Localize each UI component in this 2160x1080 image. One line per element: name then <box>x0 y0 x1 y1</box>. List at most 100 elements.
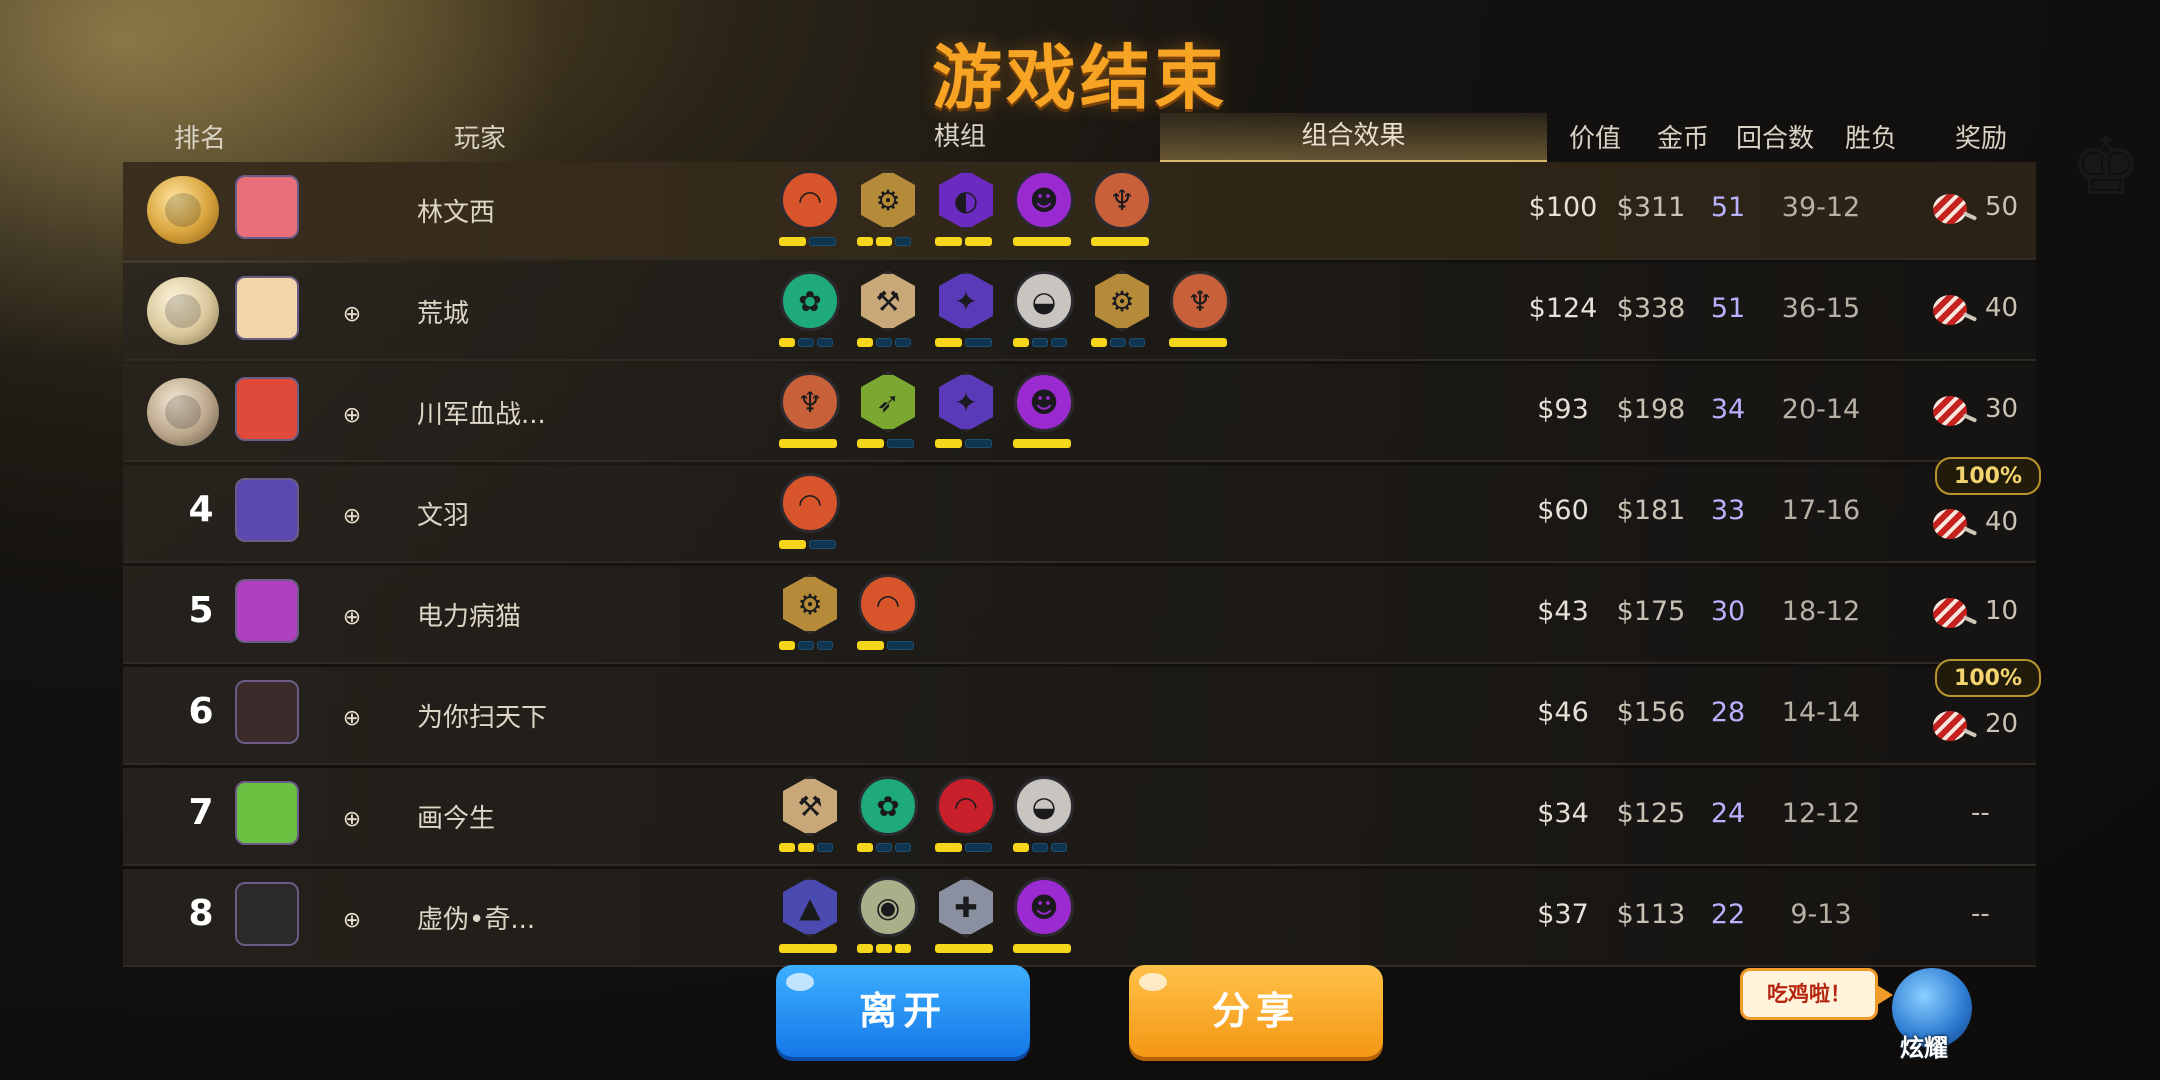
synergy-glyph: ♆ <box>797 386 823 419</box>
rank-number: 4 <box>188 489 214 530</box>
synergy-icon: ♆ <box>1092 170 1152 230</box>
header-rounds: 回合数 <box>1735 124 1814 154</box>
synergy-level-bars <box>857 843 914 853</box>
synergy-glyph: ⚙ <box>875 184 901 217</box>
avatar[interactable] <box>235 175 299 239</box>
level-bar-active <box>857 944 873 953</box>
value-cell: $100 <box>1528 192 1598 223</box>
synergy-item[interactable]: ♆ <box>1167 271 1233 351</box>
avatar[interactable] <box>235 680 299 744</box>
player-name[interactable]: 林文西 <box>417 192 495 229</box>
player-name[interactable]: 电力病猫 <box>417 596 521 633</box>
add-friend-icon[interactable]: ⊕ <box>337 604 367 632</box>
avatar[interactable] <box>235 478 299 542</box>
share-button[interactable]: 分享 <box>1129 965 1383 1057</box>
level-bar-active <box>779 237 806 246</box>
add-friend-icon[interactable]: ⊕ <box>337 301 367 329</box>
reward-cell: 10 <box>1933 596 2033 636</box>
synergy-item[interactable]: ◒ <box>1011 271 1077 351</box>
level-bar-active <box>935 439 962 448</box>
level-bar-inactive <box>809 540 836 549</box>
synergy-item[interactable]: ◐ <box>933 170 999 250</box>
avatar[interactable] <box>235 377 299 441</box>
synergy-item[interactable]: ◠ <box>777 473 843 553</box>
synergy-item[interactable]: ◒ <box>1011 776 1077 856</box>
synergy-level-bars <box>857 944 914 954</box>
synergy-item[interactable]: ✚ <box>933 877 999 957</box>
synergy-icon: ◒ <box>1014 776 1074 836</box>
synergy-item[interactable]: ☻ <box>1011 170 1077 250</box>
candy-icon <box>1933 711 1967 741</box>
synergy-item[interactable]: ▲ <box>777 877 843 957</box>
synergy-item[interactable]: ⚙ <box>1089 271 1155 351</box>
table-row: ⊕ 荒城 ✿ ⚒ ✦ ◒ ⚙ ♆ $124 $338 51 36-15 40 <box>123 263 2036 361</box>
avatar[interactable] <box>235 781 299 845</box>
synergy-glyph: ◠ <box>875 588 901 621</box>
synergy-item[interactable]: ☻ <box>1011 877 1077 957</box>
synergy-level-bars <box>779 237 839 247</box>
level-bar-inactive <box>895 843 911 852</box>
level-bar-inactive <box>817 843 833 852</box>
synergy-glyph: ✦ <box>954 285 978 318</box>
reward-cell: 20 <box>1933 709 2033 749</box>
reward-value: 10 <box>1985 596 2019 626</box>
synergy-item[interactable]: ➶ <box>855 372 921 452</box>
synergy-icon: ◠ <box>858 574 918 634</box>
level-bar-active <box>779 843 795 852</box>
level-bar-inactive <box>965 338 992 347</box>
synergy-level-bars <box>857 237 914 247</box>
level-bar-inactive <box>817 641 833 650</box>
table-row: 林文西 ◠ ⚙ ◐ ☻ ♆ $100 $311 51 39-12 50 <box>123 162 2036 260</box>
synergy-item[interactable]: ♆ <box>777 372 843 452</box>
level-bar-inactive <box>1110 338 1126 347</box>
synergy-item[interactable]: ◠ <box>777 170 843 250</box>
level-bar-active <box>857 237 873 246</box>
synergy-glyph: ☻ <box>1029 386 1059 419</box>
value-cell: $46 <box>1537 697 1589 728</box>
synergy-item[interactable]: ◠ <box>855 574 921 654</box>
tab-synergy[interactable]: 组合效果 <box>1160 113 1547 162</box>
synergy-item[interactable]: ✿ <box>855 776 921 856</box>
winloss-cell: 36-15 <box>1781 293 1861 324</box>
synergy-icon: ◐ <box>939 170 993 230</box>
level-bar-active <box>779 439 837 448</box>
synergy-item[interactable]: ☻ <box>1011 372 1077 452</box>
synergy-item[interactable]: ✦ <box>933 271 999 351</box>
share-button-label: 分享 <box>1211 989 1300 1033</box>
player-name[interactable]: 画今生 <box>417 798 495 835</box>
synergy-item[interactable]: ◉ <box>855 877 921 957</box>
add-friend-icon[interactable]: ⊕ <box>337 907 367 935</box>
table-row: 7 ⊕ 画今生 ⚒ ✿ ◠ ◒ $34 $125 24 12-12 -- <box>123 768 2036 866</box>
add-friend-icon[interactable]: ⊕ <box>337 806 367 834</box>
synergy-item[interactable]: ♆ <box>1089 170 1155 250</box>
synergy-item[interactable]: ✿ <box>777 271 843 351</box>
add-friend-icon[interactable]: ⊕ <box>337 503 367 531</box>
leave-button[interactable]: 离开 <box>776 965 1030 1057</box>
synergy-item[interactable]: ⚒ <box>777 776 843 856</box>
level-bar-active <box>857 338 873 347</box>
synergy-item[interactable]: ✦ <box>933 372 999 452</box>
synergy-level-bars <box>1013 944 1074 954</box>
synergy-icon: ✚ <box>939 877 993 937</box>
synergy-item[interactable]: ⚙ <box>777 574 843 654</box>
reward-value: 40 <box>1985 293 2019 323</box>
synergy-item[interactable]: ⚒ <box>855 271 921 351</box>
synergy-level-bars <box>857 439 917 449</box>
add-friend-icon[interactable]: ⊕ <box>337 705 367 733</box>
reward-value: 50 <box>1985 192 2019 222</box>
avatar[interactable] <box>235 579 299 643</box>
synergy-item[interactable]: ◠ <box>933 776 999 856</box>
player-name[interactable]: 文羽 <box>417 495 469 532</box>
synergy-item[interactable]: ⚙ <box>855 170 921 250</box>
avatar[interactable] <box>235 276 299 340</box>
player-name[interactable]: 虚伪•奇... <box>417 899 535 936</box>
avatar[interactable] <box>235 882 299 946</box>
show-off-label[interactable]: 炫耀 <box>1900 1028 1948 1063</box>
value-cell: $124 <box>1528 293 1598 324</box>
player-name[interactable]: 荒城 <box>417 293 469 330</box>
player-name[interactable]: 为你扫天下 <box>417 697 547 734</box>
player-name[interactable]: 川军血战... <box>417 394 546 431</box>
add-friend-icon[interactable]: ⊕ <box>337 402 367 430</box>
tab-lineup[interactable]: 棋组 <box>920 116 1000 153</box>
synergy-level-bars <box>935 237 995 247</box>
